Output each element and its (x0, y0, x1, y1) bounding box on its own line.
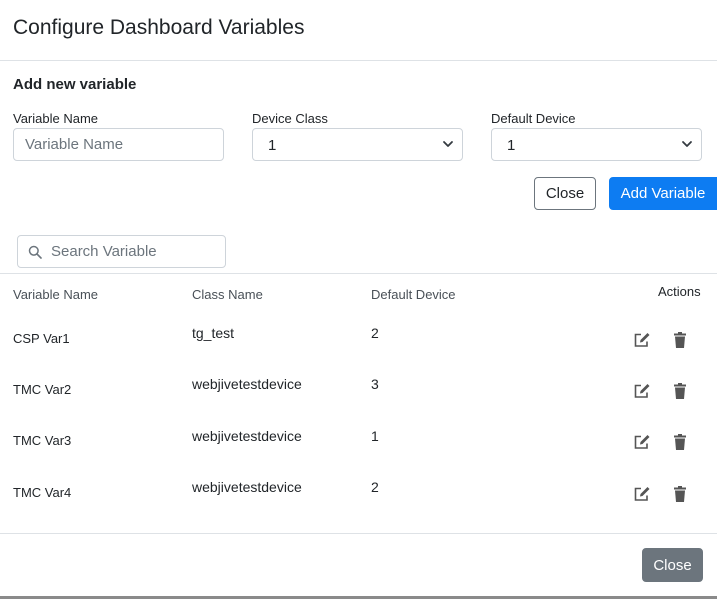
edit-icon[interactable] (633, 331, 651, 349)
column-header-class-name: Class Name (192, 287, 263, 302)
chevron-down-icon (682, 141, 692, 147)
column-header-variable-name: Variable Name (13, 287, 99, 302)
device-class-select[interactable]: 1 (252, 128, 463, 161)
column-header-default-device: Default Device (371, 287, 456, 302)
row-class-name: tg_test (192, 325, 235, 341)
row-variable-name: CSP Var1 (13, 331, 70, 346)
modal-title: Configure Dashboard Variables (13, 16, 305, 39)
row-variable-name: TMC Var3 (13, 433, 72, 448)
row-variable-name: TMC Var2 (13, 382, 72, 397)
row-default-device: 2 (371, 325, 379, 341)
column-header-actions: Actions (658, 284, 701, 299)
edit-icon[interactable] (633, 433, 651, 451)
trash-icon[interactable] (671, 331, 689, 349)
trash-icon[interactable] (671, 433, 689, 451)
trash-icon[interactable] (671, 485, 689, 503)
configure-variables-modal: Configure Dashboard Variables Add new va… (0, 0, 717, 597)
table-top-divider (0, 273, 717, 274)
search-variable-input[interactable] (51, 236, 221, 267)
row-default-device: 2 (371, 479, 379, 495)
variable-name-input[interactable] (13, 128, 224, 161)
modal-header: Configure Dashboard Variables (0, 0, 717, 61)
default-device-select[interactable]: 1 (491, 128, 702, 161)
row-class-name: webjivetestdevice (192, 428, 302, 444)
close-form-button[interactable]: Close (534, 177, 596, 210)
default-device-label: Default Device (491, 111, 576, 126)
footer-divider (0, 533, 717, 534)
row-default-device: 1 (371, 428, 379, 444)
add-variable-button[interactable]: Add Variable (609, 177, 717, 210)
close-modal-button[interactable]: Close (642, 548, 703, 582)
variable-name-label: Variable Name (13, 111, 99, 126)
edit-icon[interactable] (633, 382, 651, 400)
edit-icon[interactable] (633, 485, 651, 503)
row-class-name: webjivetestdevice (192, 376, 302, 392)
row-class-name: webjivetestdevice (192, 479, 302, 495)
device-class-label: Device Class (252, 111, 328, 126)
chevron-down-icon (443, 141, 453, 147)
device-class-value: 1 (268, 137, 277, 154)
row-default-device: 3 (371, 376, 379, 392)
default-device-value: 1 (507, 137, 516, 154)
row-variable-name: TMC Var4 (13, 485, 72, 500)
search-icon (28, 245, 42, 259)
trash-icon[interactable] (671, 382, 689, 400)
add-variable-section-title: Add new variable (13, 76, 137, 93)
search-variable-field[interactable] (17, 235, 226, 268)
